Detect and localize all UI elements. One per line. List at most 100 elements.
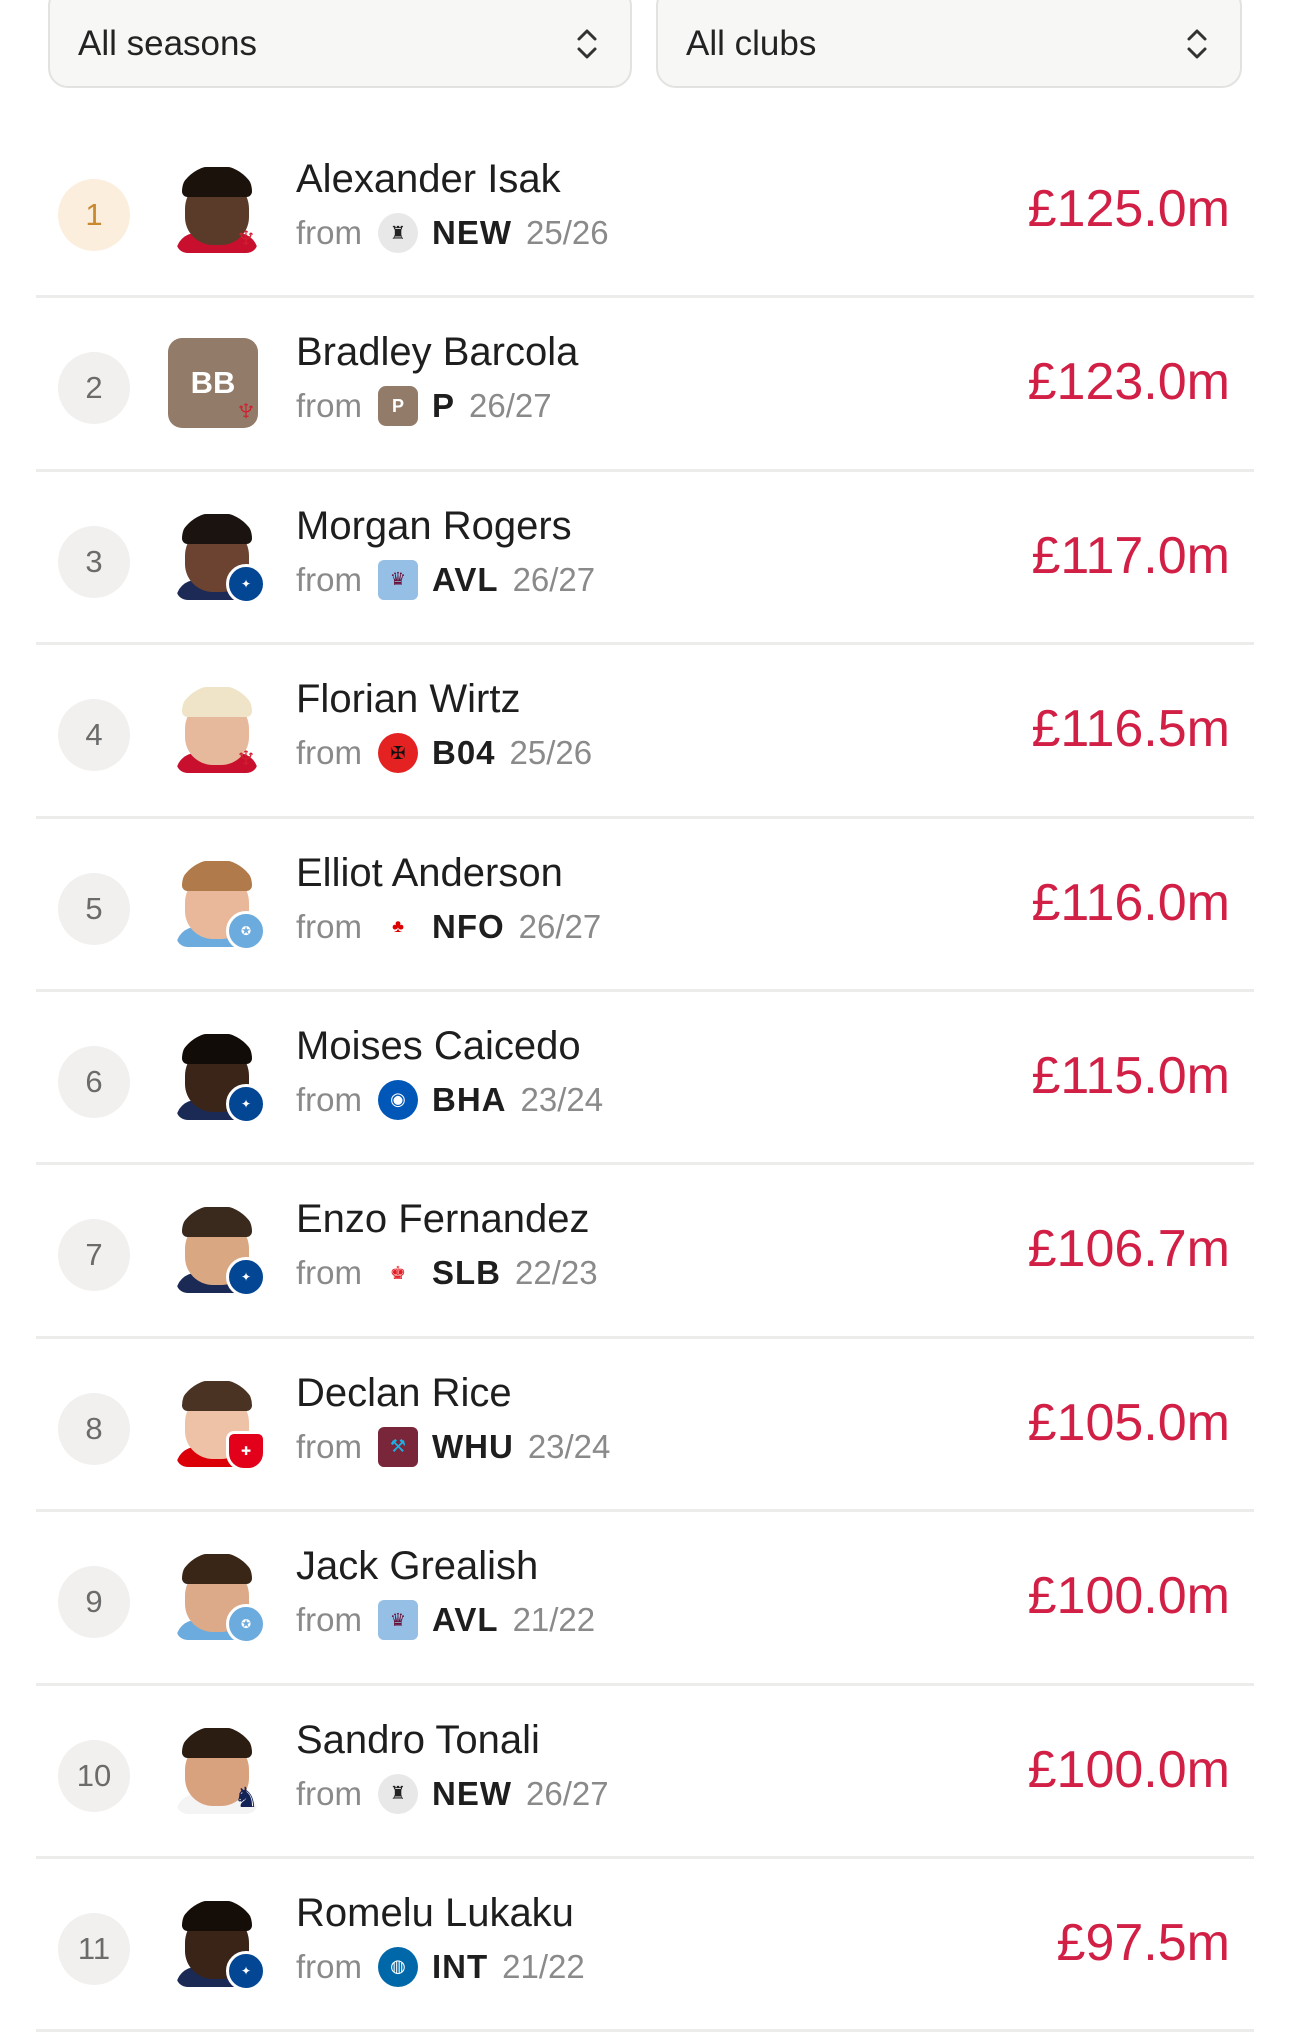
from-label: from bbox=[296, 907, 362, 945]
filters-bar: All seasons All clubs bbox=[0, 0, 1290, 92]
chelsea-crest-icon: ✦ bbox=[226, 1083, 266, 1124]
from-club-code: NEW bbox=[432, 1774, 512, 1812]
player-name: Florian Wirtz bbox=[296, 677, 521, 722]
transfer-season: 25/26 bbox=[509, 734, 593, 772]
transfer-season: 23/24 bbox=[520, 1080, 604, 1118]
rank-badge: 6 bbox=[58, 1045, 130, 1118]
player-avatar: ✦ bbox=[166, 1205, 296, 1313]
transfer-season: 23/24 bbox=[527, 1427, 611, 1465]
arsenal-crest-icon: ✚ bbox=[226, 1430, 266, 1471]
player-name: Romelu Lukaku bbox=[296, 1890, 574, 1935]
from-club-code: AVL bbox=[432, 1601, 499, 1639]
aston-villa-crest-icon: ♛ bbox=[378, 1600, 418, 1641]
transfer-fee: £115.0m bbox=[1031, 1046, 1230, 1105]
transfer-season: 26/27 bbox=[526, 1774, 609, 1812]
player-name: Alexander Isak bbox=[296, 157, 561, 201]
transfer-row[interactable]: 4 ♆ Florian Wirtz from ✠ B04 25/26 £116.5m bbox=[36, 645, 1254, 819]
transfer-row[interactable]: 5 ✪ Elliot Anderson from ♣ NFO 26/27 £116.0m bbox=[36, 819, 1254, 992]
transfer-origin: from ◍ INT 21/22 bbox=[296, 1946, 585, 1987]
chelsea-crest-icon: ✦ bbox=[226, 1950, 266, 1991]
transfer-season: 26/27 bbox=[518, 907, 602, 945]
transfer-row[interactable]: 9 ✪ Jack Grealish from ♛ AVL 21/22 £100.0m bbox=[36, 1512, 1254, 1686]
chelsea-crest-icon: ✦ bbox=[226, 1257, 266, 1298]
rank-badge: 7 bbox=[58, 1219, 130, 1292]
transfer-origin: from ♛ AVL 21/22 bbox=[296, 1600, 596, 1641]
transfer-season: 26/27 bbox=[469, 387, 552, 425]
man-city-crest-icon: ✪ bbox=[226, 910, 266, 951]
player-avatar: ♞ bbox=[166, 1726, 296, 1834]
tottenham-crest-icon: ♞ bbox=[233, 1782, 259, 1814]
from-label: from bbox=[296, 1080, 362, 1118]
transfer-row[interactable]: 11 ✦ Romelu Lukaku from ◍ INT 21/22 £97.5m bbox=[36, 1859, 1254, 2032]
rank-badge: 4 bbox=[58, 699, 130, 772]
from-club-code: BHA bbox=[432, 1080, 507, 1118]
transfer-origin: from ✠ B04 25/26 bbox=[296, 733, 593, 774]
transfer-origin: from ♜ NEW 25/26 bbox=[296, 213, 609, 253]
newcastle-crest-icon: ♜ bbox=[378, 1773, 418, 1814]
player-name: Sandro Tonali bbox=[296, 1717, 540, 1762]
transfer-origin: from ♚ SLB 22/23 bbox=[296, 1253, 598, 1294]
rank-badge: 9 bbox=[58, 1566, 130, 1639]
rank-badge: 11 bbox=[58, 1912, 130, 1985]
liverpool-crest-icon: ♆ bbox=[233, 390, 259, 429]
player-avatar: ✪ bbox=[166, 859, 296, 967]
transfer-origin: from ♜ NEW 26/27 bbox=[296, 1773, 609, 1814]
west-ham-crest-icon: ⚒ bbox=[378, 1426, 418, 1467]
transfer-origin: from ♣ NFO 26/27 bbox=[296, 906, 602, 947]
player-name: Bradley Barcola bbox=[296, 330, 579, 375]
leverkusen-crest-icon: ✠ bbox=[378, 733, 418, 774]
transfer-fee: £117.0m bbox=[1031, 526, 1230, 585]
from-label: from bbox=[296, 1427, 362, 1465]
player-avatar: ♆ bbox=[166, 165, 296, 273]
player-avatar: ✦ bbox=[166, 1899, 296, 2007]
rank-badge: 1 bbox=[58, 179, 130, 251]
transfer-row[interactable]: 3 ✦ Morgan Rogers from ♛ AVL 26/27 £117.0m bbox=[36, 472, 1254, 646]
transfer-row[interactable]: 2 BB ♆ Bradley Barcola from P P 26/27 £123.0m bbox=[36, 298, 1254, 472]
transfer-season: 25/26 bbox=[526, 214, 609, 251]
from-club-code: NEW bbox=[432, 214, 512, 251]
transfer-fee: £125.0m bbox=[1027, 180, 1230, 238]
club-select-value: All clubs bbox=[686, 24, 817, 63]
transfer-origin: from ⚒ WHU 23/24 bbox=[296, 1426, 611, 1467]
player-name: Morgan Rogers bbox=[296, 503, 572, 548]
aston-villa-crest-icon: ♛ bbox=[378, 559, 418, 600]
transfer-season: 21/22 bbox=[512, 1601, 596, 1639]
transfer-fee: £116.0m bbox=[1031, 873, 1230, 932]
from-label: from bbox=[296, 560, 362, 598]
chevron-up-down-icon bbox=[577, 29, 597, 59]
transfer-row[interactable]: 7 ✦ Enzo Fernandez from ♚ SLB 22/23 £106.7m bbox=[36, 1165, 1254, 1339]
from-club-code: AVL bbox=[432, 560, 499, 598]
player-avatar: ✦ bbox=[166, 1032, 296, 1140]
from-club-code: NFO bbox=[432, 907, 505, 945]
transfer-row[interactable]: 8 ✚ Declan Rice from ⚒ WHU 23/24 £105.0m bbox=[36, 1339, 1254, 1513]
club-select[interactable]: All clubs bbox=[656, 0, 1242, 88]
transfer-fee: £100.0m bbox=[1027, 1567, 1230, 1626]
player-name: Enzo Fernandez bbox=[296, 1197, 590, 1242]
liverpool-crest-icon: ♆ bbox=[233, 737, 259, 776]
player-avatar: BB ♆ bbox=[166, 338, 296, 446]
transfer-row[interactable]: 10 ♞ Sandro Tonali from ♜ NEW 26/27 £100.0m bbox=[36, 1686, 1254, 1859]
transfer-fee: £100.0m bbox=[1027, 1740, 1230, 1799]
transfer-row[interactable]: 6 ✦ Moises Caicedo from ◉ BHA 23/24 £115.0m bbox=[36, 992, 1254, 1166]
inter-crest-icon: ◍ bbox=[378, 1946, 418, 1987]
transfer-fee: £123.0m bbox=[1027, 353, 1230, 412]
brighton-crest-icon: ◉ bbox=[378, 1079, 418, 1120]
season-select[interactable]: All seasons bbox=[48, 0, 632, 88]
from-label: from bbox=[296, 214, 362, 251]
player-name: Moises Caicedo bbox=[296, 1023, 581, 1068]
player-name: Elliot Anderson bbox=[296, 850, 563, 895]
chelsea-crest-icon: ✦ bbox=[226, 563, 266, 604]
player-name: Declan Rice bbox=[296, 1370, 512, 1415]
transfer-fee: £97.5m bbox=[1056, 1913, 1230, 1972]
transfer-origin: from ◉ BHA 23/24 bbox=[296, 1079, 604, 1120]
transfer-season: 21/22 bbox=[502, 1947, 585, 1985]
transfer-fee: £105.0m bbox=[1027, 1393, 1230, 1452]
from-label: from bbox=[296, 1947, 362, 1985]
player-avatar: ♆ bbox=[166, 685, 296, 793]
player-avatar: ✪ bbox=[166, 1552, 296, 1660]
from-club-code: B04 bbox=[432, 734, 496, 772]
from-label: from bbox=[296, 1601, 362, 1639]
rank-badge: 8 bbox=[58, 1392, 130, 1465]
from-club-code: WHU bbox=[432, 1427, 514, 1465]
transfer-row[interactable]: 1 ♆ Alexander Isak from ♜ NEW 25/26 £125.0m bbox=[36, 125, 1254, 299]
